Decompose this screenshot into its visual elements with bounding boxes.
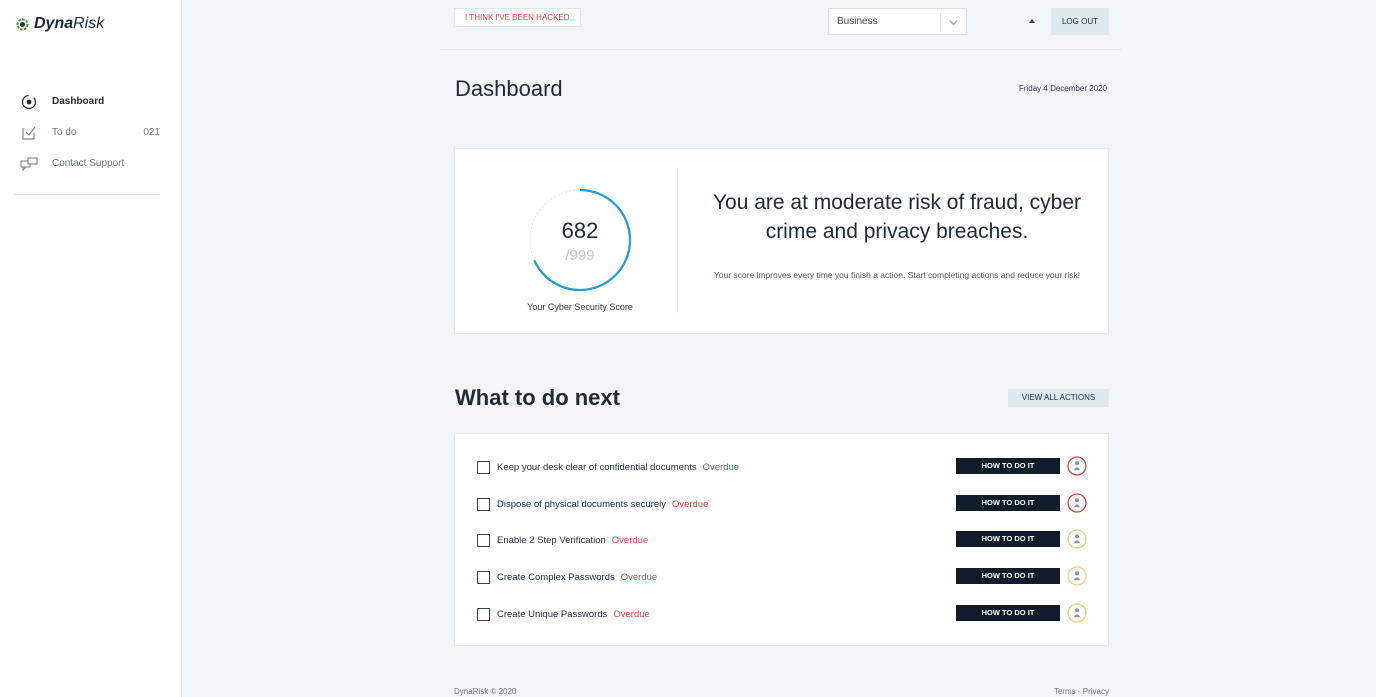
score-label: Your Cyber Security Score [527,302,633,312]
footer-copyright: DynaRisk © 2020 [454,687,517,696]
user-avatar-icon[interactable] [1067,566,1087,586]
action-title: Create Complex Passwords [497,572,615,583]
overdue-badge: Overdue [702,462,740,473]
how-to-do-it-button[interactable]: HOW TO DO IT [956,568,1060,584]
overdue-badge: Overdue [620,572,658,583]
sidebar-item-contact-support[interactable]: Contact Support [20,148,160,179]
overdue-badge: Overdue [611,535,649,546]
action-checkbox[interactable] [477,498,490,511]
action-checkbox[interactable] [477,571,490,584]
terms-link[interactable]: Terms [1054,687,1076,696]
action-title: Create Unique Passwords [497,609,608,620]
sidebar-divider [14,194,160,195]
section-title: What to do next [455,385,620,410]
overdue-badge: Overdue [613,609,650,620]
action-label: Enable 2 Step Verification Overdue [497,535,648,546]
user-avatar-icon[interactable] [1067,493,1087,513]
account-type-value: Business [837,16,878,27]
select-separator [940,13,941,31]
logo-light: Risk [73,15,105,32]
how-to-do-it-button[interactable]: HOW TO DO IT [956,495,1060,511]
logo-bold: Dyna [34,15,74,32]
been-hacked-button[interactable]: I THINK I'VE BEEN HACKED [454,8,581,27]
topbar: I THINK I'VE BEEN HACKED Business LOG OU… [440,0,1122,50]
target-icon [20,93,38,111]
user-avatar-icon[interactable] [1067,529,1087,549]
sidebar: Dyna Risk Dashboard To do 021 Contact Su… [0,0,182,697]
current-date: Friday 4 December 2020 [1018,84,1107,93]
chat-icon [20,155,38,173]
sidebar-item-label: To do [52,127,77,138]
action-checkbox[interactable] [477,534,490,547]
action-label: Keep your desk clear of confidential doc… [497,462,739,473]
logout-button[interactable]: LOG OUT [1051,8,1109,35]
how-to-do-it-button[interactable]: HOW TO DO IT [956,458,1060,474]
score-max: /999 [565,247,595,264]
action-label: Dispose of physical documents securely Ov… [497,499,708,510]
view-all-actions-button[interactable]: VIEW ALL ACTIONS [1008,389,1109,407]
how-to-do-it-button[interactable]: HOW TO DO IT [956,605,1060,621]
footer-links: Terms - Privacy [1053,687,1109,696]
sidebar-item-label: Contact Support [52,158,125,169]
card-divider [677,169,678,313]
action-row: Keep your desk clear of confidential doc… [455,455,1108,479]
sidebar-item-dashboard[interactable]: Dashboard [20,86,160,117]
chevron-down-icon [949,20,958,26]
user-avatar-icon[interactable] [1067,456,1087,476]
how-to-do-it-button[interactable]: HOW TO DO IT [956,531,1060,547]
action-title: Keep your desk clear of confidential doc… [497,462,697,473]
caret-up-icon[interactable] [1028,17,1036,25]
sidebar-item-todo[interactable]: To do 021 [20,117,160,148]
checklist-icon [20,124,38,142]
overdue-badge: Overdue [671,499,709,510]
action-checkbox[interactable] [477,461,490,474]
logo[interactable]: Dyna Risk [14,15,104,33]
action-row: Enable 2 Step Verification Overdue HOW TO… [455,528,1108,552]
sidebar-item-label: Dashboard [52,96,105,107]
privacy-link[interactable]: Privacy [1083,687,1109,696]
action-row: Create Unique Passwords Overdue HOW TO DO… [455,602,1108,626]
action-label: Create Complex Passwords Overdue [497,572,657,583]
gear-logo-icon [16,17,29,31]
risk-subtext: Your score improves every time you finis… [713,270,1081,280]
action-title: Dispose of physical documents securely [497,499,666,510]
action-row: Dispose of physical documents securely Ov… [455,492,1108,516]
user-avatar-icon[interactable] [1067,603,1087,623]
sidebar-nav: Dashboard To do 021 Contact Support [20,86,160,179]
score-card: 682 /999 Your Cyber Security Score You a… [454,148,1109,334]
account-type-select[interactable]: Business [828,8,967,35]
actions-card: Keep your desk clear of confidential doc… [454,433,1109,646]
action-row: Create Complex Passwords Overdue HOW TO D… [455,565,1108,589]
action-label: Create Unique Passwords Overdue [497,609,650,620]
action-title: Enable 2 Step Verification [497,535,606,546]
risk-message: You are at moderate risk of fraud, cyber… [712,191,1082,243]
page-title: Dashboard [455,76,563,101]
todo-count: 021 [143,127,160,138]
action-checkbox[interactable] [477,608,490,621]
score-value: 682 [561,218,599,243]
